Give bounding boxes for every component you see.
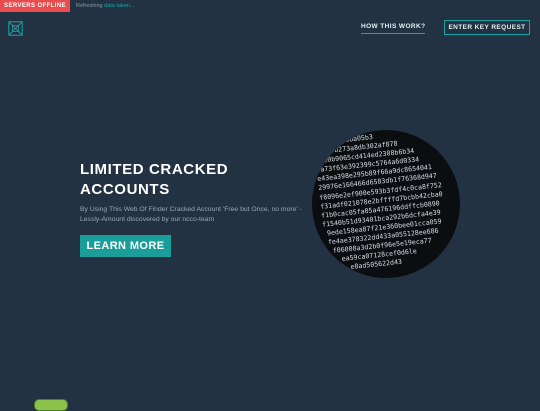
hex-code-text: aa249aa8ba05b3 ea83b273a8db302af878 4e0b… bbox=[312, 130, 460, 276]
servers-offline-badge: SERVERS OFFLINE bbox=[0, 0, 70, 12]
refresh-status-text: Refreshing data taken... bbox=[76, 0, 134, 12]
refresh-link[interactable]: data taken... bbox=[104, 3, 134, 9]
hero-title-line-2: ACCOUNTS bbox=[80, 181, 170, 198]
hex-code-image: aa249aa8ba05b3 ea83b273a8db302af878 4e0b… bbox=[312, 130, 460, 278]
corner-badge-icon[interactable] bbox=[34, 399, 68, 411]
hero-title-line-1: LIMITED CRACKED bbox=[80, 161, 229, 178]
learn-more-button[interactable]: LEARN MORE bbox=[80, 235, 171, 257]
how-this-works-link[interactable]: HOW THIS WORK? bbox=[361, 23, 426, 34]
refresh-prefix: Refreshing bbox=[76, 3, 105, 9]
top-status-bar: SERVERS OFFLINE Refreshing data taken... bbox=[0, 0, 540, 12]
logo-icon[interactable] bbox=[8, 21, 23, 36]
enter-key-request-button[interactable]: ENTER KEY REQUEST bbox=[444, 20, 530, 35]
hero-description: By Using This Web Of Finder Cracked Acco… bbox=[80, 206, 302, 223]
hero-title: LIMITED CRACKED ACCOUNTS bbox=[80, 160, 280, 200]
